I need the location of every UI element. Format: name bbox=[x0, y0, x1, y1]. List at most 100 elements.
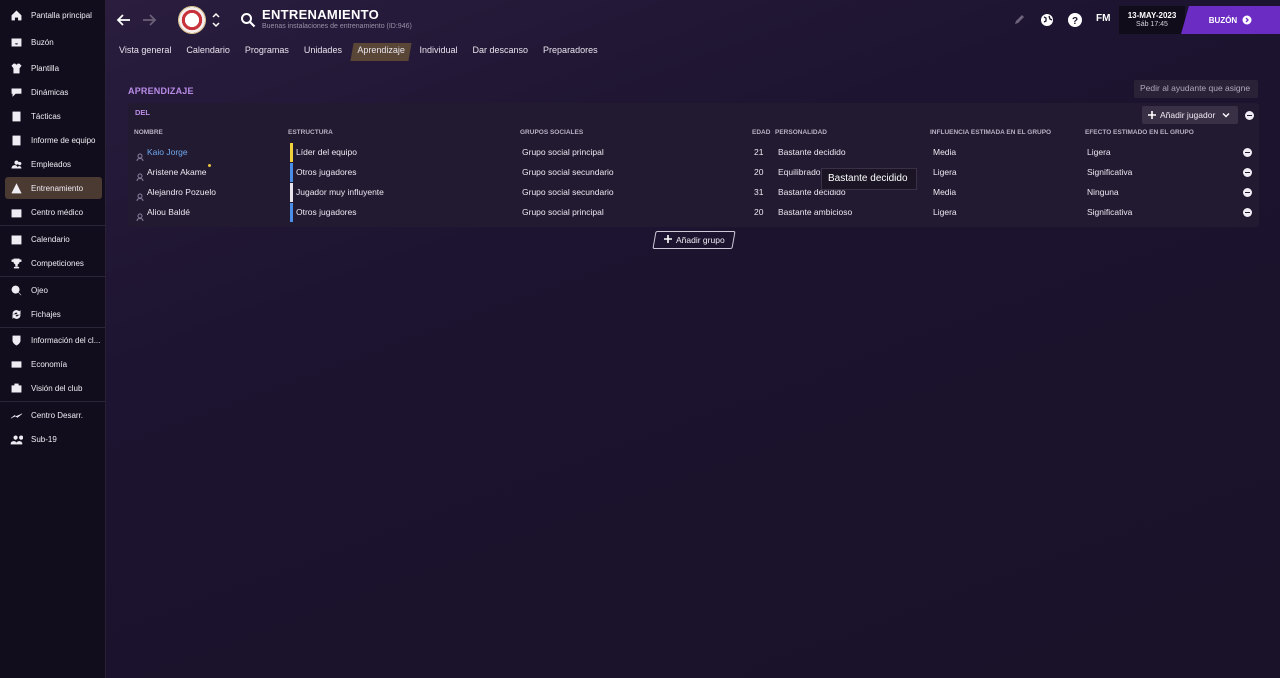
sidebar-item-development[interactable]: Centro Desarr. bbox=[5, 404, 102, 426]
sidebar-item-label: Empleados bbox=[31, 159, 72, 169]
add-player-dropdown[interactable]: Añadir jugador bbox=[1142, 106, 1238, 124]
tab-individual[interactable]: Individual bbox=[414, 43, 462, 61]
club-switch-chevrons-icon[interactable] bbox=[211, 10, 221, 30]
age-cell: 21 bbox=[754, 147, 764, 157]
page-title: ENTRENAMIENTO bbox=[262, 7, 380, 22]
sidebar-item-scouting[interactable]: Ojeo bbox=[5, 279, 102, 301]
sidebar-item-label: Informe de equipo bbox=[31, 135, 96, 145]
fm-menu-button[interactable]: FM bbox=[1096, 13, 1110, 24]
back-arrow-icon[interactable] bbox=[114, 11, 132, 29]
u19-icon bbox=[9, 432, 23, 446]
continue-inbox-button[interactable]: BUZÓN bbox=[1181, 6, 1280, 34]
medical-icon bbox=[9, 205, 23, 219]
sidebar-item-club-vision[interactable]: Visión del club bbox=[5, 377, 102, 399]
section-title: APRENDIZAJE bbox=[128, 86, 194, 96]
edit-pencil-icon[interactable] bbox=[1011, 12, 1027, 28]
tab-preparadores[interactable]: Preparadores bbox=[538, 43, 603, 61]
personality-cell: Bastante ambicioso bbox=[778, 207, 853, 217]
tab-bar: Vista general Calendario Programas Unidades… bbox=[114, 43, 608, 61]
tab-label: Programas bbox=[244, 45, 289, 55]
tab-dar-descanso[interactable]: Dar descanso bbox=[468, 43, 534, 61]
table-row[interactable]: Alejandro Pozuelo Jugador muy influyente G… bbox=[132, 183, 1257, 202]
trophy-icon bbox=[9, 256, 23, 270]
sidebar-item-staff[interactable]: Empleados bbox=[5, 153, 102, 175]
chevron-down-icon bbox=[1222, 113, 1230, 118]
table-row[interactable]: Aliou Baldé Otros jugadores Grupo social p… bbox=[132, 203, 1257, 222]
player-icon bbox=[136, 188, 144, 202]
tab-programas[interactable]: Programas bbox=[240, 43, 294, 61]
col-header-age[interactable]: EDAD bbox=[752, 129, 770, 136]
tab-vista-general[interactable]: Vista general bbox=[114, 43, 176, 61]
main-content: ENTRENAMIENTO Buenas instalaciones de en… bbox=[106, 0, 1280, 678]
sidebar-item-label: Competiciones bbox=[31, 258, 84, 268]
club-vision-icon bbox=[9, 381, 23, 395]
col-header-structure[interactable]: ESTRUCTURA bbox=[288, 129, 333, 136]
player-name-link[interactable]: Aliou Baldé bbox=[147, 207, 190, 217]
add-group-button[interactable]: Añadir grupo bbox=[652, 231, 736, 249]
sidebar-item-u19[interactable]: Sub-19 bbox=[5, 428, 102, 450]
sidebar-item-club-info[interactable]: Información del cl... bbox=[5, 329, 102, 351]
sidebar-item-medical[interactable]: Centro médico bbox=[5, 201, 102, 223]
sidebar-item-home[interactable]: Pantalla principal bbox=[5, 4, 102, 26]
tab-calendario[interactable]: Calendario bbox=[181, 43, 235, 61]
sidebar-item-dynamics[interactable]: Dinámicas bbox=[5, 81, 102, 103]
remove-player-icon[interactable] bbox=[1243, 168, 1252, 177]
remove-player-icon[interactable] bbox=[1243, 208, 1252, 217]
forward-arrow-icon[interactable] bbox=[141, 11, 159, 29]
player-icon bbox=[136, 148, 144, 162]
effect-cell: Significativa bbox=[1087, 167, 1133, 177]
table-row[interactable]: Kaio Jorge Líder del equipo Grupo social p… bbox=[132, 143, 1257, 162]
col-header-personality[interactable]: PERSONALIDAD bbox=[775, 129, 827, 136]
sidebar-item-training[interactable]: Entrenamiento bbox=[5, 177, 102, 199]
sidebar-item-transfers[interactable]: Fichajes bbox=[5, 303, 102, 325]
sidebar-item-label: Pantalla principal bbox=[31, 10, 92, 20]
col-header-social-groups[interactable]: GRUPOS SOCIALES bbox=[520, 129, 583, 136]
sidebar: Pantalla principal Buzón Plantilla Dinámica… bbox=[0, 0, 106, 678]
date-display[interactable]: 13-MAY-2023 Sáb 17:45 bbox=[1119, 6, 1185, 34]
remove-group-icon[interactable] bbox=[1245, 111, 1254, 120]
sidebar-item-trophy[interactable]: Competiciones bbox=[5, 252, 102, 274]
sidebar-divider bbox=[0, 276, 105, 277]
sidebar-item-finances[interactable]: Economía bbox=[5, 353, 102, 375]
sidebar-item-calendar[interactable]: Calendario bbox=[5, 228, 102, 250]
effect-cell: Ninguna bbox=[1087, 187, 1119, 197]
player-name-link[interactable]: Alejandro Pozuelo bbox=[147, 187, 216, 197]
col-header-effect[interactable]: EFECTO ESTIMADO EN EL GRUPO bbox=[1085, 129, 1194, 136]
tab-label: Individual bbox=[419, 45, 458, 55]
tab-label: Dar descanso bbox=[472, 45, 529, 55]
add-group-label: Añadir grupo bbox=[675, 235, 725, 245]
sidebar-item-inbox[interactable]: Buzón bbox=[5, 31, 102, 53]
search-icon[interactable] bbox=[240, 12, 256, 28]
remove-player-icon[interactable] bbox=[1243, 148, 1252, 157]
tab-aprendizaje[interactable]: Aprendizaje bbox=[350, 43, 412, 61]
report-icon bbox=[9, 133, 23, 147]
transfers-icon bbox=[9, 307, 23, 321]
age-cell: 20 bbox=[754, 167, 764, 177]
remove-player-icon[interactable] bbox=[1243, 188, 1252, 197]
structure-color-bar bbox=[290, 203, 293, 222]
page-subtitle: Buenas instalaciones de entrenamiento (I… bbox=[262, 23, 412, 30]
player-name-link[interactable]: Aristene Akame bbox=[147, 167, 207, 177]
col-header-name[interactable]: NOMBRE bbox=[134, 129, 163, 136]
tab-unidades[interactable]: Unidades bbox=[299, 43, 347, 61]
group-label: DEL bbox=[135, 108, 150, 117]
sidebar-item-tactics[interactable]: Tácticas bbox=[5, 105, 102, 127]
tab-label: Calendario bbox=[186, 45, 230, 55]
ask-assistant-button[interactable]: Pedir al ayudante que asigne bbox=[1134, 80, 1258, 98]
col-header-influence[interactable]: INFLUENCIA ESTIMADA EN EL GRUPO bbox=[930, 129, 1051, 136]
player-icon bbox=[136, 208, 144, 222]
club-crest[interactable] bbox=[178, 6, 206, 34]
world-icon[interactable] bbox=[1039, 12, 1055, 28]
sidebar-item-shirt[interactable]: Plantilla bbox=[5, 57, 102, 79]
finances-icon bbox=[9, 357, 23, 371]
social-group-cell: Grupo social principal bbox=[522, 207, 604, 217]
help-icon[interactable]: ? bbox=[1067, 12, 1083, 28]
home-icon bbox=[9, 8, 23, 22]
tab-label: Vista general bbox=[119, 45, 172, 55]
player-name-link[interactable]: Kaio Jorge bbox=[147, 147, 188, 157]
table-row[interactable]: Aristene Akame Otros jugadores Grupo socia… bbox=[132, 163, 1257, 182]
player-icon bbox=[136, 168, 144, 182]
continue-arrow-icon bbox=[1242, 15, 1252, 25]
sidebar-item-report[interactable]: Informe de equipo bbox=[5, 129, 102, 151]
sidebar-item-label: Visión del club bbox=[31, 383, 83, 393]
